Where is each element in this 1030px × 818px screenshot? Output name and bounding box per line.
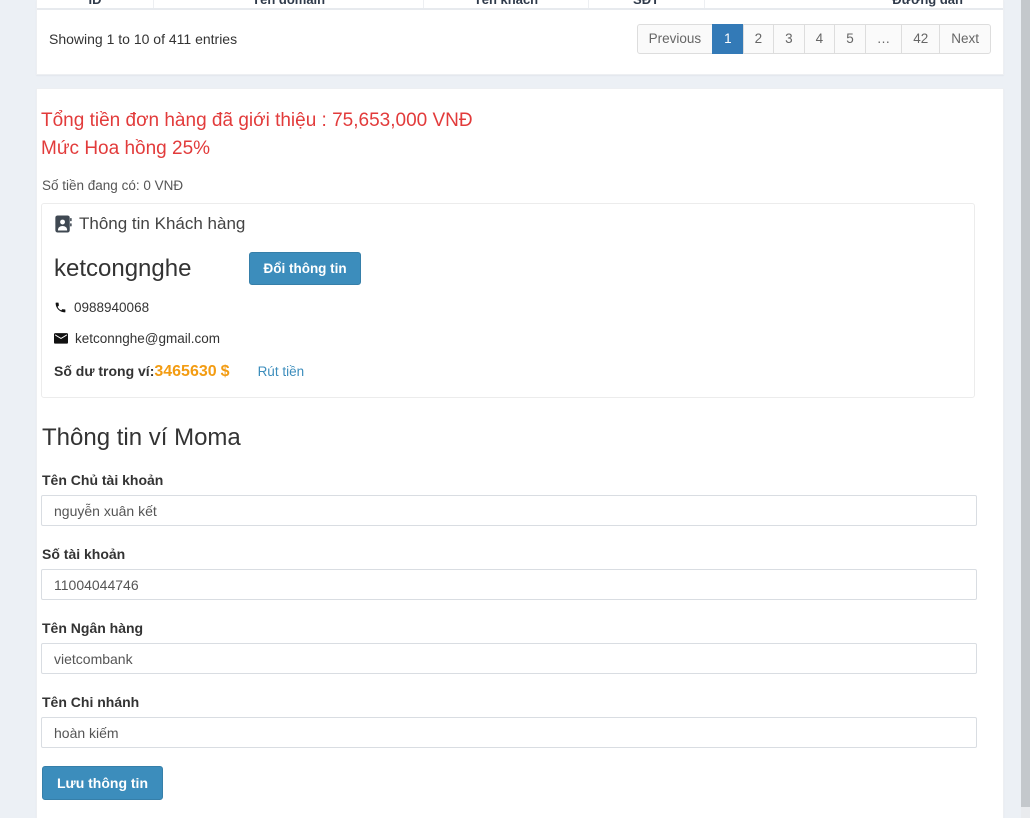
column-header-domain: Tên domain [153,0,423,8]
username-text: ketcongnghe [54,255,191,283]
branch-name-label: Tên Chi nhánh [42,694,977,711]
wallet-balance-row: Số dư trong ví: 3465630 $ Rút tiền [54,363,962,381]
username-row: ketcongnghe Đổi thông tin [54,252,962,285]
column-header-id: ID [37,0,153,8]
commission-rate-text: Mức Hoa hồng 25% [41,135,1001,163]
email-text: ketconnghe@gmail.com [75,331,220,346]
pagination-next[interactable]: Next [939,24,991,54]
envelope-icon [54,333,68,345]
customer-info-panel: Thông tin Khách hàng ketcongnghe Đổi thô… [41,203,975,398]
account-number-input[interactable] [41,569,977,600]
dollar-sign: $ [221,363,230,381]
pagination: Previous 1 2 3 4 5 … 42 Next [637,24,991,54]
customer-panel-title: Thông tin Khách hàng [79,214,245,234]
table-header-row: ID Tên domain Tên khách SĐT Đường dẫn [37,0,1003,10]
pagination-page-5[interactable]: 5 [834,24,866,54]
account-holder-label: Tên Chủ tài khoản [42,472,977,489]
moma-wallet-title: Thông tin ví Moma [42,424,1001,452]
wallet-balance-label: Số dư trong ví: [54,363,154,379]
column-header-url: Đường dẫn [704,0,1003,8]
pagination-page-1[interactable]: 1 [712,24,744,54]
column-header-customer: Tên khách [423,0,587,8]
moma-wallet-form: Tên Chủ tài khoản Số tài khoản Tên Ngân … [41,472,977,800]
wallet-balance-amount: 3465630 [154,363,216,381]
bank-name-label: Tên Ngân hàng [42,620,977,637]
phone-icon [54,301,67,314]
content-column: ID Tên domain Tên khách SĐT Đường dẫn Sh… [36,0,1004,818]
email-row: ketconnghe@gmail.com [54,331,962,346]
phone-number-text: 0988940068 [74,300,149,315]
pagination-ellipsis[interactable]: … [865,24,903,54]
account-number-label: Số tài khoản [42,546,977,563]
pagination-page-2[interactable]: 2 [743,24,775,54]
customer-panel-header: Thông tin Khách hàng [54,214,962,234]
current-money-text: Số tiền đang có: 0 VNĐ [42,178,1001,193]
save-info-button[interactable]: Lưu thông tin [42,766,163,800]
phone-row: 0988940068 [54,300,962,315]
column-header-phone: SĐT [588,0,704,8]
scrollbar-end-button[interactable] [1021,807,1030,818]
referral-table-box: ID Tên domain Tên khách SĐT Đường dẫn Sh… [36,0,1004,75]
bank-name-input[interactable] [41,643,977,674]
table-footer: Showing 1 to 10 of 411 entries Previous … [37,10,1003,74]
pagination-previous[interactable]: Previous [637,24,714,54]
showing-entries-text: Showing 1 to 10 of 411 entries [49,31,237,47]
account-section-box: Tổng tiền đơn hàng đã giới thiệu : 75,65… [36,88,1004,818]
vertical-scrollbar[interactable] [1021,0,1030,818]
pagination-page-4[interactable]: 4 [804,24,836,54]
pagination-page-3[interactable]: 3 [773,24,805,54]
pagination-page-42[interactable]: 42 [901,24,940,54]
account-holder-input[interactable] [41,495,977,526]
branch-name-input[interactable] [41,717,977,748]
address-book-icon [54,215,72,233]
change-info-button[interactable]: Đổi thông tin [249,252,360,285]
withdraw-link[interactable]: Rút tiền [258,364,305,379]
total-referred-amount-text: Tổng tiền đơn hàng đã giới thiệu : 75,65… [41,107,1001,135]
